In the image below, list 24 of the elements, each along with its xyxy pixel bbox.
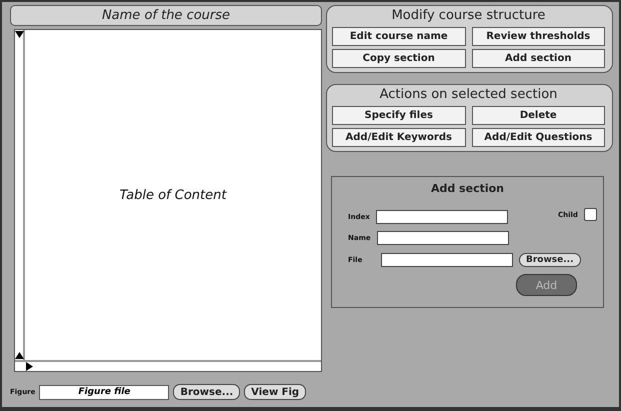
index-field[interactable] [376,210,508,224]
action-button[interactable]: Add/Edit Questions [472,128,605,147]
scroll-right-icon[interactable] [25,362,34,371]
scroll-down-icon[interactable] [15,30,24,39]
file-field[interactable] [381,253,513,267]
table-of-content-label: Table of Content [120,188,226,202]
action-button[interactable]: Add section [472,49,605,68]
view-fig-button[interactable]: View Fig [244,384,306,400]
course-title: Name of the course [10,5,322,26]
action-button[interactable]: Specify files [332,106,466,125]
action-button[interactable]: Add/Edit Keywords [332,128,466,147]
panel-title: Add section [430,182,504,195]
group-title: Modify course structure [390,8,546,24]
group-title: Actions on selected section [378,87,558,103]
browse-button[interactable]: Browse... [519,253,581,267]
browse-button[interactable]: Browse... [173,384,240,400]
action-button[interactable]: Copy section [332,49,466,68]
figure-field[interactable]: Figure file [39,384,170,400]
action-button[interactable]: Edit course name [332,27,466,46]
action-button[interactable]: Review thresholds [472,27,605,46]
child-checkbox[interactable] [584,208,597,221]
scroll-up-icon[interactable] [15,351,24,360]
action-button[interactable]: Delete [472,106,605,125]
name-field[interactable] [376,231,509,245]
